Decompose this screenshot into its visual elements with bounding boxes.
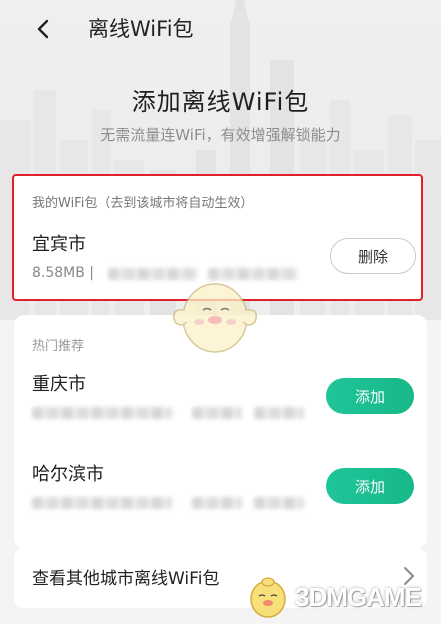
watermark-text: 3DMGAME [295,582,422,612]
recommend-city-name: 重庆市 [32,374,86,395]
back-button[interactable] [28,14,58,44]
mascot-watermark [173,283,257,353]
blurred-info [192,407,242,419]
my-packages-header: 我的WiFi包（去到该城市将自动生效） [32,196,254,211]
recommend-city-name: 哈尔滨市 [32,464,104,485]
blurred-info [254,407,304,419]
page-title: 离线WiFi包 [88,17,194,41]
watermark: 3DMGAME [245,572,441,622]
blurred-info [254,497,304,509]
chevron-left-icon [37,19,49,39]
more-cities-label: 查看其他城市离线WiFi包 [32,569,220,589]
hero-subtitle: 无需流量连WiFi，有效增强解锁能力 [100,126,341,144]
top-nav-bar: 离线WiFi包 [0,0,441,60]
hero-title: 添加离线WiFi包 [131,88,310,116]
delete-button[interactable]: 删除 [330,238,416,274]
add-button-chongqing[interactable]: 添加 [326,378,414,414]
watermark-mascot-icon [250,577,286,618]
blurred-info [32,497,172,509]
add-button-harbin[interactable]: 添加 [326,468,414,504]
hot-header: 热门推荐 [32,339,85,354]
blurred-info [192,497,242,509]
package-size: 8.58MB | [32,265,95,281]
blurred-info [32,407,172,419]
package-city-name: 宜宾市 [32,234,86,255]
